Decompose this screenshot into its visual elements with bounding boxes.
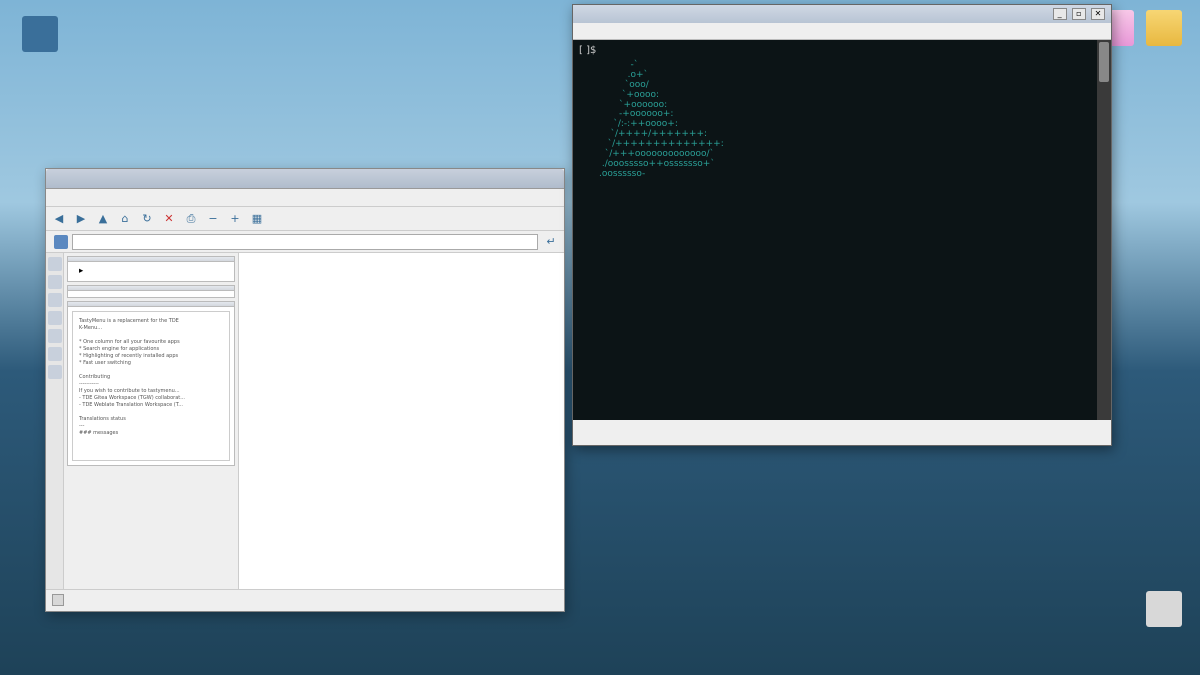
preview-content: TastyMenu is a replacement for the TDEK-… — [72, 311, 230, 461]
konqueror-menubar — [46, 189, 564, 207]
sidebar-tab[interactable] — [48, 347, 62, 361]
zoom-in-icon[interactable]: + — [226, 210, 244, 228]
konqueror-location-bar: ↵ — [46, 231, 564, 253]
arch-logo-ascii: -` .o+` `ooo/ `+oooo: `+oooooo: -+oooooo… — [579, 61, 724, 180]
scrollbar[interactable] — [1097, 40, 1111, 420]
sidebar-tab[interactable] — [48, 329, 62, 343]
scrollbar-thumb[interactable] — [1099, 42, 1109, 82]
terminal[interactable]: [ ]$ -` .o+` `ooo/ `+oooo: `+oooooo: -+o… — [573, 40, 1111, 420]
sidebar-tab[interactable] — [48, 311, 62, 325]
reload-icon[interactable]: ↻ — [138, 210, 156, 228]
location-input[interactable] — [72, 234, 538, 250]
minimize-button[interactable]: _ — [1053, 8, 1067, 20]
panel-header[interactable] — [68, 302, 234, 307]
konsole-menubar — [573, 23, 1111, 40]
window-titlebar[interactable]: _ ▫ ✕ — [573, 5, 1111, 23]
trash-icon — [1146, 591, 1182, 627]
konsole-window: _ ▫ ✕ [ ]$ -` .o+` `ooo/ `+oooo: `+ooooo — [572, 4, 1112, 446]
folder-icon — [1146, 10, 1182, 46]
info-sidebar: ▸ TastyMenu is a replacement for the TDE… — [64, 253, 239, 589]
sidebar-tab[interactable] — [48, 293, 62, 307]
maximize-button[interactable]: ▫ — [1072, 8, 1086, 20]
window-controls: _ ▫ ✕ — [1051, 8, 1105, 20]
preview-panel: TastyMenu is a replacement for the TDEK-… — [67, 301, 235, 466]
desktop-trash[interactable] — [1140, 591, 1188, 629]
view-mode-icon[interactable]: ▦ — [248, 210, 266, 228]
print-icon[interactable]: ⎙ — [182, 210, 200, 228]
neofetch-output: -` .o+` `ooo/ `+oooo: `+oooooo: -+oooooo… — [579, 61, 1105, 180]
window-titlebar[interactable] — [46, 169, 564, 189]
action-viewer[interactable]: ▸ — [73, 265, 229, 278]
actions-panel: ▸ — [67, 256, 235, 282]
statusbar — [46, 589, 564, 609]
zoom-out-icon[interactable]: − — [204, 210, 222, 228]
file-view[interactable] — [239, 253, 564, 589]
computer-icon — [22, 16, 58, 52]
status-icon — [52, 594, 64, 606]
konqueror-toolbar: ◀ ▶ ▲ ⌂ ↻ ✕ ⎙ − + ▦ — [46, 207, 564, 231]
forward-icon[interactable]: ▶ — [72, 210, 90, 228]
konqueror-window: ◀ ▶ ▲ ⌂ ↻ ✕ ⎙ − + ▦ ↵ ▸ — [45, 168, 565, 612]
folder-icon — [54, 235, 68, 249]
prompt-line: [ ]$ — [579, 44, 1105, 58]
stop-icon[interactable]: ✕ — [160, 210, 178, 228]
konqueror-body: ▸ TastyMenu is a replacement for the TDE… — [46, 253, 564, 589]
sidebar-tabs — [46, 253, 64, 589]
up-icon[interactable]: ▲ — [94, 210, 112, 228]
desktop-icon-computer[interactable] — [16, 16, 64, 54]
close-button[interactable]: ✕ — [1091, 8, 1105, 20]
info-panel — [67, 285, 235, 298]
go-icon[interactable]: ↵ — [542, 233, 560, 251]
sidebar-tab[interactable] — [48, 257, 62, 271]
sidebar-tab[interactable] — [48, 365, 62, 379]
sidebar-tab[interactable] — [48, 275, 62, 289]
desktop-folder-misc[interactable] — [1140, 10, 1188, 48]
home-icon[interactable]: ⌂ — [116, 210, 134, 228]
back-icon[interactable]: ◀ — [50, 210, 68, 228]
